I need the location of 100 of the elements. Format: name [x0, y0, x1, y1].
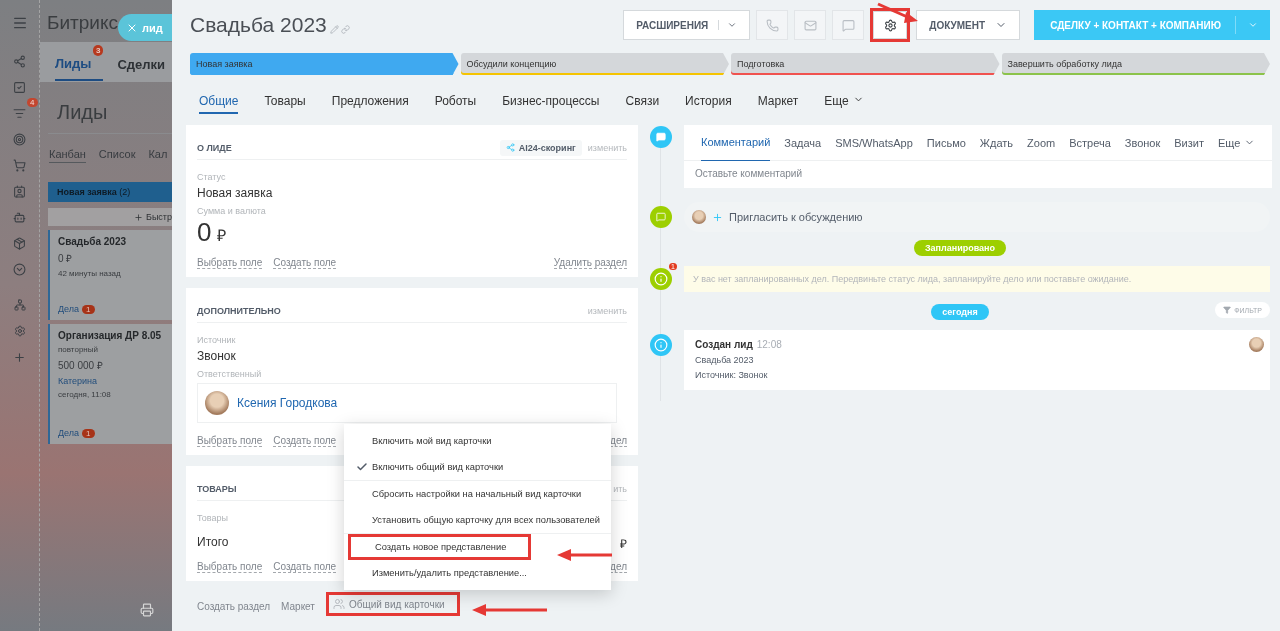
- composer-tab[interactable]: Визит: [1174, 124, 1204, 161]
- field-label: Источник: [197, 335, 236, 345]
- comment-field[interactable]: Оставьте комментарий: [684, 161, 1273, 188]
- settings-icon: [883, 18, 897, 32]
- card-tag: повторный: [58, 345, 164, 354]
- extensions-button[interactable]: РАСШИРЕНИЯ: [623, 10, 751, 40]
- section-title: ДОПОЛНИТЕЛЬНО: [197, 305, 281, 316]
- share-icon: [505, 143, 515, 152]
- composer-tab[interactable]: Ждать: [979, 124, 1014, 161]
- arrow-icon: [555, 548, 613, 562]
- users-icon: [332, 598, 345, 610]
- chevron-circle-icon[interactable]: [13, 262, 26, 276]
- tab[interactable]: Лиды 3: [55, 43, 104, 81]
- section-link[interactable]: Выбрать поле: [197, 435, 263, 447]
- tab[interactable]: История: [685, 94, 732, 114]
- scoring-button[interactable]: AI24-скоринг: [499, 139, 582, 156]
- chat-icon: [841, 18, 855, 32]
- composer-tab[interactable]: Звонок: [1124, 124, 1161, 161]
- box-icon[interactable]: [13, 236, 26, 250]
- tab[interactable]: Общие: [199, 94, 239, 114]
- menu-item[interactable]: Включить мой вид карточки: [344, 428, 611, 454]
- card-title: Организация ДР 8.05: [58, 330, 163, 341]
- tab[interactable]: Связи: [625, 94, 660, 114]
- target-icon[interactable]: [13, 132, 26, 146]
- person-link[interactable]: Катерина: [58, 376, 164, 386]
- menu-icon[interactable]: [11, 15, 28, 31]
- deals-link[interactable]: Дела 1: [58, 304, 164, 314]
- user-link[interactable]: Ксения Городкова: [237, 396, 338, 410]
- section-link[interactable]: Выбрать поле: [197, 257, 263, 269]
- column-header: Новая заявка (2): [48, 182, 172, 202]
- stage-step[interactable]: Подготовка: [731, 53, 1000, 75]
- field-value: Новая заявка: [197, 186, 273, 200]
- menu-item[interactable]: Включить общий вид карточки: [344, 454, 611, 480]
- footer-link[interactable]: Создать раздел: [197, 600, 271, 612]
- logo: Битрикс: [47, 12, 118, 35]
- menu-item[interactable]: Установить общую карточку для всех пользователей: [344, 507, 611, 533]
- composer-tab[interactable]: Письмо: [926, 124, 966, 161]
- composer-tab[interactable]: Комментарий: [701, 124, 771, 161]
- section-title: ТОВАРЫ: [197, 483, 237, 494]
- card-view-button[interactable]: Общий вид карточки: [325, 592, 460, 616]
- stage-step[interactable]: Завершить обработку лида: [1001, 53, 1270, 75]
- amount-value: 0 ₽: [197, 218, 227, 249]
- footer-link[interactable]: Маркет: [281, 600, 315, 612]
- document-button[interactable]: ДОКУМЕНТ: [916, 10, 1021, 40]
- menu-item[interactable]: Сбросить настройки на начальный вид карточки: [344, 481, 611, 507]
- delete-section-link[interactable]: Удалить раздел: [553, 257, 627, 269]
- tab[interactable]: Товары: [264, 94, 306, 114]
- card-amount: 500 000 ₽: [58, 359, 104, 372]
- stage-step[interactable]: Новая заявка: [190, 53, 459, 75]
- avatar: [692, 210, 706, 224]
- arrow-icon: [876, 2, 920, 24]
- section-link[interactable]: Создать поле: [273, 561, 337, 573]
- lead-title: Свадьба 2023: [189, 13, 327, 37]
- composer-tab[interactable]: Встреча: [1069, 124, 1111, 161]
- menu-item[interactable]: Изменить/удалить представление...: [344, 560, 611, 586]
- field-label: Товары: [197, 513, 228, 523]
- robot-icon[interactable]: [13, 210, 26, 224]
- count-badge: 3: [93, 44, 104, 56]
- plus-icon: [712, 211, 723, 223]
- composer-tab[interactable]: Задача: [784, 124, 822, 161]
- check-icon: [356, 461, 368, 473]
- menu-item[interactable]: Создать новое представление: [348, 534, 531, 560]
- filter-icon[interactable]: [13, 106, 26, 120]
- chat-icon: [650, 206, 672, 228]
- cart-icon[interactable]: [13, 158, 26, 172]
- composer-tab[interactable]: Zoom: [1027, 124, 1056, 161]
- stage-step[interactable]: Обсудили концепцию: [460, 53, 729, 75]
- arrow-icon: [470, 603, 548, 617]
- edit-icon[interactable]: [329, 24, 339, 34]
- share-icon[interactable]: [13, 54, 26, 68]
- lead-card[interactable]: Свадьба 2023 0 ₽ 42 минуты назад Дела 1: [48, 230, 172, 320]
- tab[interactable]: Маркет: [757, 94, 799, 114]
- lead-card[interactable]: Организация ДР 8.05 повторный 500 000 ₽ Катерина сегодня, 11:08 Дела 1: [48, 324, 172, 444]
- settings-icon[interactable]: [13, 325, 26, 337]
- more-button[interactable]: Еще: [1218, 136, 1256, 149]
- card-amount: 0 ₽: [58, 252, 74, 265]
- section-link[interactable]: Создать поле: [273, 257, 337, 269]
- deals-link[interactable]: Дела 1: [58, 428, 164, 438]
- section-link[interactable]: Выбрать поле: [197, 561, 263, 573]
- link-icon[interactable]: [340, 24, 350, 34]
- field-label: Статус: [197, 172, 226, 182]
- card-time: сегодня, 11:08: [58, 390, 112, 399]
- checkbox-icon[interactable]: [13, 80, 26, 94]
- tab[interactable]: Сделки: [117, 44, 178, 80]
- entry-title: Создан лид 12:08: [695, 339, 783, 350]
- section-link[interactable]: Создать поле: [273, 435, 337, 447]
- network-icon[interactable]: [13, 299, 26, 311]
- printer-icon[interactable]: [140, 603, 154, 617]
- plus-icon[interactable]: [13, 350, 26, 364]
- tab[interactable]: Бизнес-процессы: [502, 94, 600, 114]
- field-value: Звонок: [197, 349, 236, 363]
- tab[interactable]: Предложения: [331, 94, 409, 114]
- info-icon: [650, 334, 672, 356]
- tab[interactable]: Еще: [824, 94, 864, 114]
- mail-icon: [803, 18, 817, 32]
- composer-tab[interactable]: SMS/WhatsApp: [835, 124, 913, 161]
- quick-add-button[interactable]: Быстр: [48, 208, 172, 226]
- toolbar-button[interactable]: [870, 8, 911, 42]
- contact-card-icon[interactable]: [13, 184, 26, 198]
- tab[interactable]: Роботы: [434, 94, 477, 114]
